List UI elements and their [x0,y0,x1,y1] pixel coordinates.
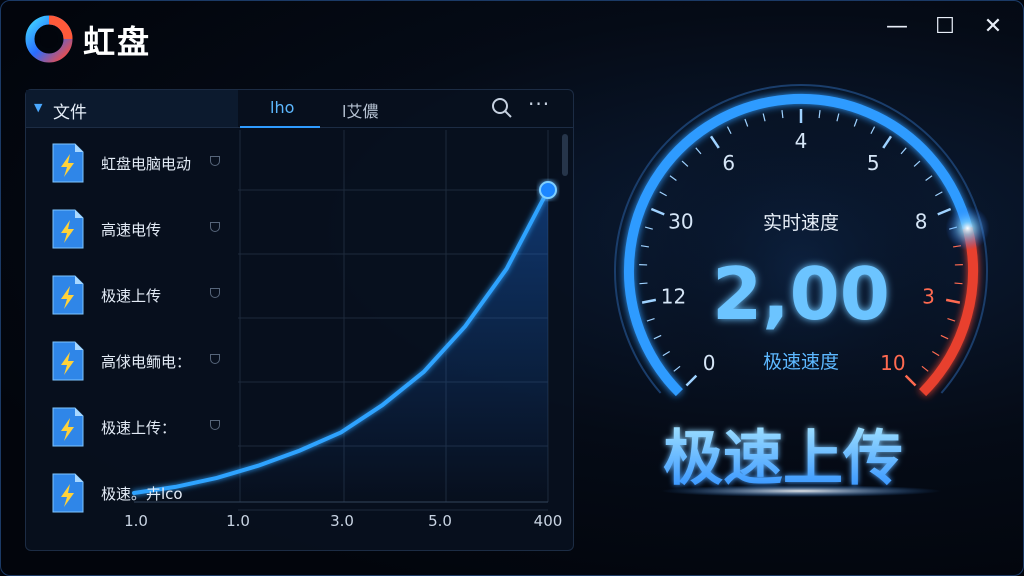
item-toggle-icon[interactable] [210,354,220,364]
gauge-tick-label: 0 [703,351,716,375]
gauge-tick [818,110,821,119]
item-toggle-icon[interactable] [210,288,220,298]
series-end-marker [539,181,557,199]
close-button[interactable]: ✕ [979,13,1007,41]
bolt-file-icon [52,209,84,249]
gauge-tick [940,334,949,340]
gauge-tick [925,175,933,181]
file-name: 高俅电鲕电： [101,353,192,371]
file-list-item[interactable]: 极速。卉lco [26,458,238,524]
gauge-tick [673,365,681,372]
banner-glow [661,485,941,497]
file-section-header[interactable]: ▼ 文件 [26,90,238,128]
file-list-item[interactable]: 高俅电鲕电： [26,326,238,392]
gauge-tick [646,318,655,322]
gauge-tick [669,175,677,181]
gauge-tick [935,191,943,197]
tab-first[interactable]: lho [270,98,294,117]
gauge-tick [640,245,649,248]
gauge-tick [900,147,907,155]
bolt-file-icon [52,341,84,381]
maximize-button[interactable]: ☐ [931,13,959,41]
file-panel: 1.0 1.0 3.0 5.0 400 ▼ 文件 lho l艾儂 ··· 虹盘电脑电动高… [25,89,574,551]
gauge-tick [662,350,671,357]
file-name: 极速。卉lco [101,485,183,503]
gauge-tick [762,113,766,122]
bolt-file-icon [52,143,84,183]
gauge-tick-label: 4 [795,129,808,153]
gauge-tick [650,207,665,216]
gauge-tick [641,298,657,304]
gauge-tick [726,126,732,135]
file-name: 极速上传 [101,287,162,305]
gauge-flare [945,206,990,251]
bolt-file-icon [52,275,84,315]
gauge-tick [709,135,720,149]
gauge-tick [681,160,689,167]
item-toggle-icon[interactable] [210,156,220,166]
gauge-tick-label: 6 [722,151,735,175]
more-options-button[interactable]: ··· [528,92,550,116]
caret-down-icon: ▼ [34,101,43,114]
file-name: 极速上传： [101,419,177,437]
file-list-item[interactable]: 虹盘电脑电动 [26,128,238,194]
gauge-tick-label: 10 [880,351,905,375]
gauge-tick [695,147,702,155]
item-toggle-icon[interactable] [210,420,220,430]
gauge-tick-label: 5 [867,151,880,175]
gauge-tick [870,126,876,135]
gauge-tick [947,318,956,322]
x-tick-label: 5.0 [428,512,452,530]
gauge-tick [913,160,921,167]
banner: 极速上传 [661,424,941,497]
app-title: 虹盘 [83,23,152,61]
gauge-tick [954,282,963,285]
file-name: 虹盘电脑电动 [101,155,192,173]
bolt-file-icon [52,473,84,513]
active-tab-indicator [240,126,320,128]
file-name: 高速电传 [101,221,162,239]
file-list: 虹盘电脑电动 高速电传极速上传高俅电鲕电： 极速上传： 极速。卉lco [26,128,238,552]
gauge-tick [945,298,961,304]
gauge-tick-label: 30 [668,209,693,233]
search-icon[interactable] [490,96,514,120]
minimize-button[interactable]: — [883,13,911,41]
file-list-item[interactable]: 极速上传 [26,260,238,326]
app-window: 虹盘 — ☐ ✕ 1.0 1.0 3.0 5.0 400 ▼ 文件 lho l艾儂 ··… [0,0,1024,576]
gauge-tick [685,374,698,387]
x-tick-label: 3.0 [330,512,354,530]
bolt-file-icon [52,407,84,447]
gauge-tick [853,118,858,127]
file-list-item[interactable]: 高速电传 [26,194,238,260]
gauge-tick [781,110,784,119]
gauge-subtitle: 极速速度 [763,351,839,373]
gauge-tick-label: 12 [661,284,686,308]
app-logo-icon [25,15,73,63]
gauge-tick [644,226,653,230]
item-toggle-icon[interactable] [210,222,220,232]
gauge-tick [882,135,893,149]
speed-value: 2,00 [712,252,890,336]
gauge-tick [836,113,840,122]
gauge-tick [931,350,940,357]
gauge-tick [921,365,929,372]
gauge-tick [639,282,648,285]
file-list-item[interactable]: 极速上传： [26,392,238,458]
x-tick-label: 400 [534,512,563,530]
gauge-tick [904,374,917,387]
gauge-tick [653,334,662,340]
gauge-tick [744,118,749,127]
gauge-tick [937,207,952,216]
gauge-tick-label: 8 [915,209,928,233]
file-section-label: 文件 [53,103,87,123]
banner-text: 极速上传 [663,424,903,494]
gauge-tick-label: 3 [922,284,935,308]
gauge-title: 实时速度 [763,212,839,234]
tab-second[interactable]: l艾儂 [342,98,378,122]
gauge-tick [659,191,667,197]
